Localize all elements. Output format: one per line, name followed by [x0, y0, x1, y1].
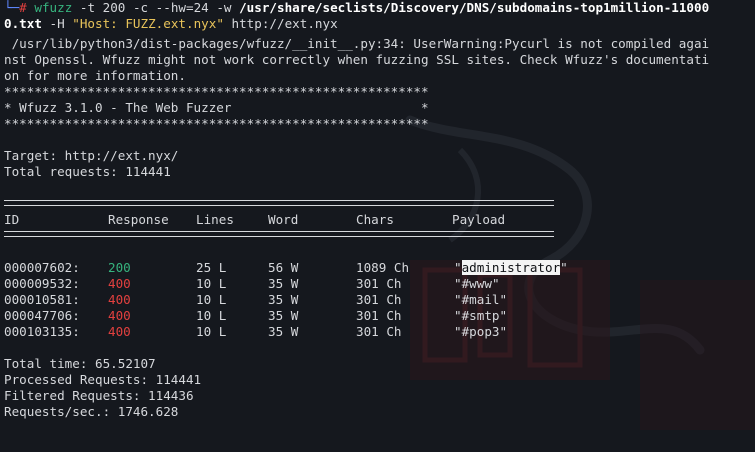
warning-line: nst Openssl. Wfuzz might not work correc…	[4, 52, 710, 67]
row-chars: 1089 Ch	[356, 260, 410, 275]
row-chars: 301 Ch	[356, 308, 402, 323]
row-chars: 301 Ch	[356, 324, 402, 339]
payload-text: #www	[461, 276, 492, 291]
prompt-hash: #	[19, 0, 27, 15]
payload-quote: "	[499, 292, 508, 307]
payload-selected-text[interactable]: administrator	[461, 260, 561, 275]
payload-quote: "	[454, 260, 462, 275]
table-header: ID Response Lines Word Chars Payload	[4, 212, 754, 228]
row-payload: "#mail"	[454, 292, 507, 308]
summary-rate: Requests/sec.: 1746.628	[4, 404, 179, 419]
table-row: 000010581: 400 10 L 35 W 301 Ch "#mail"	[4, 292, 754, 308]
row-id: 000010581:	[4, 292, 80, 307]
wordlist-path: /usr/share/seclists/Discovery/DNS/subdom…	[239, 0, 710, 15]
header-response: Response	[108, 212, 169, 227]
row-payload: "#www"	[454, 276, 500, 292]
banner-title: * Wfuzz 3.1.0 - The Web Fuzzer *	[4, 100, 429, 115]
payload-text: #pop3	[461, 324, 500, 339]
row-payload[interactable]: "administrator"	[454, 260, 568, 276]
row-lines: 10 L	[196, 308, 227, 323]
header-payload: Payload	[452, 212, 506, 227]
command-line-wrap: 0.txt -H "Host: FUZZ.ext.nyx" http://ext…	[4, 16, 338, 32]
summary-processed: Processed Requests: 114441	[4, 372, 202, 387]
row-id: 000103135:	[4, 324, 80, 339]
summary-total-time: Total time: 65.52107	[4, 356, 156, 371]
payload-quote: "	[560, 260, 568, 275]
payload-quote: "	[454, 276, 462, 291]
table-row: 000009532: 400 10 L 35 W 301 Ch "#www"	[4, 276, 754, 292]
table-row: 000047706: 400 10 L 35 W 301 Ch "#smtp"	[4, 308, 754, 324]
row-chars: 301 Ch	[356, 292, 402, 307]
row-lines: 10 L	[196, 292, 227, 307]
row-response: 200	[108, 260, 131, 275]
table-row: 000103135: 400 10 L 35 W 301 Ch "#pop3"	[4, 324, 754, 340]
header-lines: Lines	[196, 212, 234, 227]
payload-text: #mail	[461, 292, 500, 307]
target-line: Target: http://ext.nyx/	[4, 148, 179, 163]
header-id: ID	[4, 212, 20, 227]
payload-quote: "	[491, 276, 500, 291]
command-args: -t 200 -c --hw=24 -w	[72, 0, 240, 15]
row-lines: 10 L	[196, 276, 227, 291]
payload-quote: "	[499, 324, 508, 339]
banner-stars-bottom: ****************************************…	[4, 116, 429, 131]
row-word: 35 W	[268, 324, 299, 339]
payload-quote: "	[454, 324, 462, 339]
row-lines: 10 L	[196, 324, 227, 339]
warning-line: /usr/lib/python3/dist-packages/wfuzz/__i…	[4, 36, 710, 51]
command-name: wfuzz	[34, 0, 73, 15]
target-url: http://ext.nyx	[223, 16, 338, 31]
row-word: 35 W	[268, 308, 299, 323]
row-payload: "#smtp"	[454, 308, 507, 324]
wordlist-path-end: 0.txt	[4, 16, 42, 31]
row-word: 35 W	[268, 292, 299, 307]
payload-quote: "	[499, 308, 508, 323]
header-word: Word	[268, 212, 299, 227]
row-response: 400	[108, 292, 131, 307]
payload-quote: "	[454, 292, 462, 307]
payload-text: #smtp	[461, 308, 500, 323]
total-requests-line: Total requests: 114441	[4, 164, 171, 179]
row-lines: 25 L	[196, 260, 227, 275]
row-word: 56 W	[268, 260, 299, 275]
row-id: 000007602:	[4, 260, 80, 275]
command-line: └─# wfuzz -t 200 -c --hw=24 -w /usr/shar…	[4, 0, 709, 16]
row-response: 400	[108, 308, 131, 323]
payload-quote: "	[454, 308, 462, 323]
warning-line: on for more information.	[4, 68, 186, 83]
table-rule-top	[4, 200, 554, 206]
table-rule-bottom	[4, 231, 554, 237]
row-response: 400	[108, 324, 131, 339]
host-header: "Host: FUZZ.ext.nyx"	[72, 16, 224, 31]
header-flag: -H	[41, 16, 73, 31]
prompt-corner: └─	[4, 0, 20, 15]
row-payload: "#pop3"	[454, 324, 507, 340]
header-chars: Chars	[356, 212, 394, 227]
row-chars: 301 Ch	[356, 276, 402, 291]
row-response: 400	[108, 276, 131, 291]
summary-filtered: Filtered Requests: 114436	[4, 388, 194, 403]
banner-stars-top: ****************************************…	[4, 84, 429, 99]
row-id: 000047706:	[4, 308, 80, 323]
row-word: 35 W	[268, 276, 299, 291]
row-id: 000009532:	[4, 276, 80, 291]
table-row: 000007602: 200 25 L 56 W 1089 Ch "admini…	[4, 260, 754, 276]
